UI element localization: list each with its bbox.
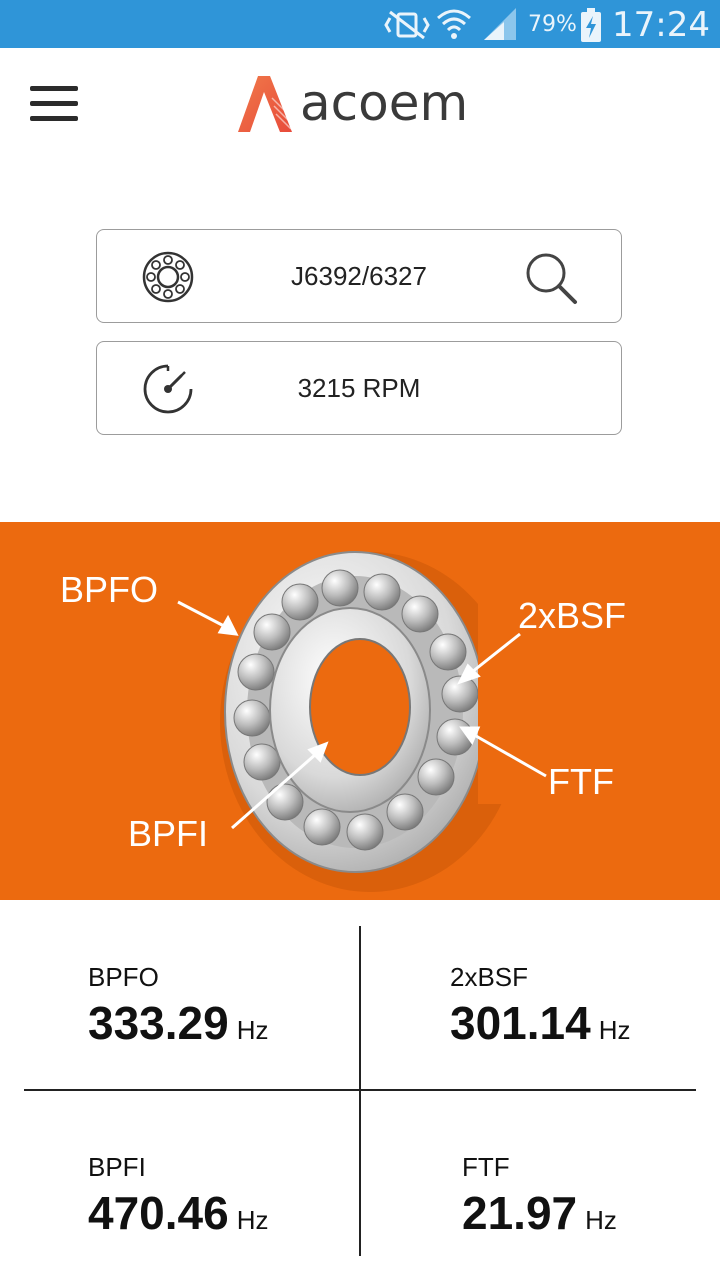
signal-icon: [484, 8, 516, 40]
bearing-field[interactable]: J6392/6327: [96, 229, 622, 323]
clock: 17:24: [612, 5, 710, 45]
wifi-icon: [437, 9, 471, 39]
app-bar: acoem: [0, 48, 720, 160]
result-label: FTF: [462, 1152, 510, 1182]
result-unit: Hz: [236, 1015, 269, 1045]
result-label: BPFO: [88, 962, 159, 992]
battery-percent: 79%: [528, 12, 577, 37]
result-unit: Hz: [236, 1205, 269, 1235]
label-2xbsf: 2xBSF: [518, 595, 626, 636]
bearing-illustration: BPFO 2xBSF FTF BPFI: [60, 551, 626, 892]
result-unit: Hz: [598, 1015, 631, 1045]
acoem-logo-mark: [238, 76, 292, 132]
speed-field[interactable]: 3215 RPM: [96, 341, 622, 435]
search-icon[interactable]: [523, 250, 579, 306]
result-unit: Hz: [585, 1205, 617, 1235]
results-grid: BPFO 333.29 Hz 2xBSF 301.14 Hz BPFI 470.46…: [0, 902, 720, 1280]
result-value: 333.29: [88, 997, 229, 1049]
result-label: BPFI: [88, 1152, 146, 1182]
status-bar: 79% 17:24: [0, 0, 720, 48]
battery-charging-icon: [581, 8, 601, 42]
result-value: 470.46: [88, 1187, 229, 1239]
logo-text: acoem: [300, 74, 469, 132]
result-value: 301.14: [450, 997, 591, 1049]
result-value: 21.97: [462, 1187, 578, 1239]
result-bpfi: BPFI 470.46 Hz: [88, 1152, 268, 1240]
result-bpfo: BPFO 333.29 Hz: [88, 962, 268, 1050]
label-bpfo: BPFO: [60, 569, 158, 610]
result-label: 2xBSF: [450, 962, 529, 992]
hamburger-menu-icon[interactable]: [30, 86, 82, 126]
brand-logo: acoem: [236, 70, 496, 140]
grid-divider-vertical: [359, 926, 361, 1256]
label-ftf: FTF: [548, 761, 614, 802]
label-bpfi: BPFI: [128, 813, 208, 854]
mute-vibrate-icon: [384, 10, 430, 40]
result-2xbsf: 2xBSF 301.14 Hz: [450, 962, 630, 1050]
result-ftf: FTF 21.97 Hz: [462, 1152, 617, 1240]
bearing-diagram: BPFO 2xBSF FTF BPFI: [0, 522, 720, 900]
speed-value: 3215 RPM: [297, 373, 421, 403]
grid-divider-horizontal: [24, 1089, 696, 1091]
